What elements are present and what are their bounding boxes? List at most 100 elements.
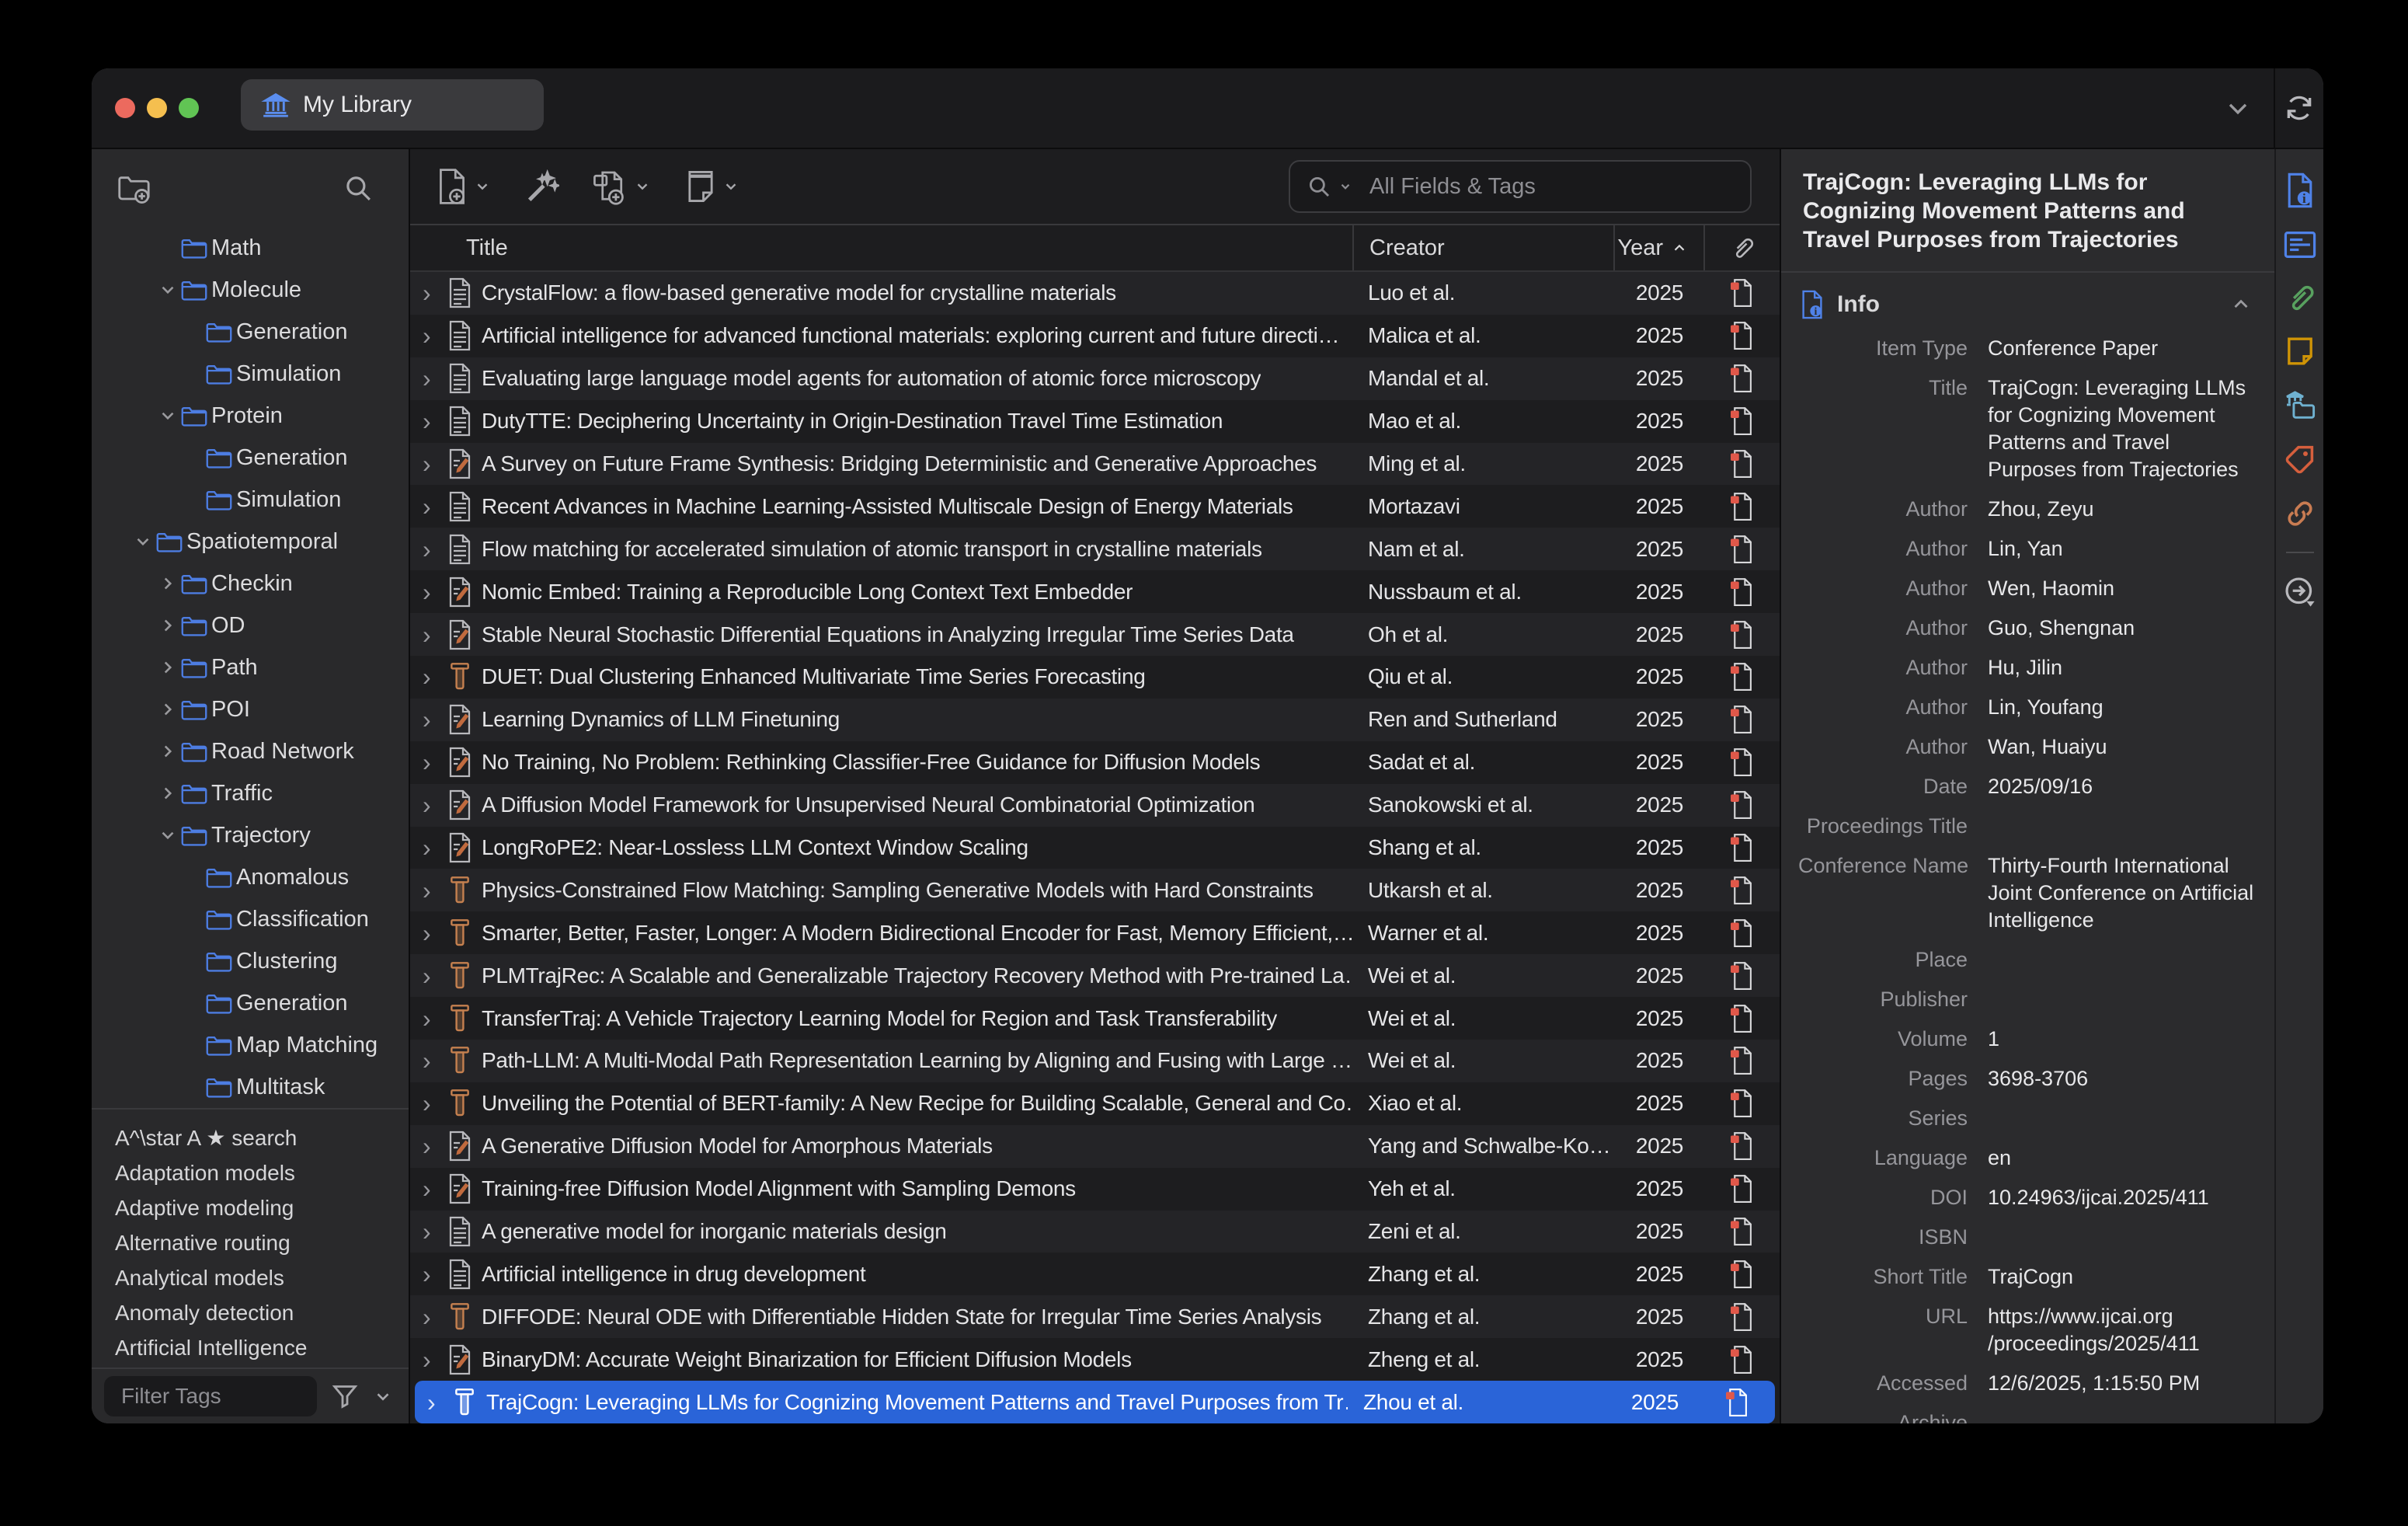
funnel-icon[interactable]	[329, 1381, 360, 1412]
field-value-series[interactable]	[1988, 1105, 2259, 1132]
expand-chevron-icon[interactable]: ›	[423, 835, 438, 860]
item-row-a-survey-on-future-frame-synthesis-bridg[interactable]: › A Survey on Future Frame Synthesis: Br…	[410, 443, 1780, 486]
field-value-author[interactable]: Guo, Shengnan	[1988, 615, 2259, 642]
expand-chevron-icon[interactable]: ›	[423, 537, 438, 562]
chevron-right-icon[interactable]	[155, 615, 180, 636]
item-row-smarter-better-faster-longer-a-modern-bi[interactable]: › Smarter, Better, Faster, Longer: A Mod…	[410, 911, 1780, 954]
field-value-author[interactable]: Lin, Youfang	[1988, 694, 2259, 721]
item-row-a-generative-diffusion-model-for-amorpho[interactable]: › A Generative Diffusion Model for Amorp…	[410, 1125, 1780, 1168]
expand-chevron-icon[interactable]: ›	[423, 366, 438, 391]
expand-chevron-icon[interactable]: ›	[423, 707, 438, 732]
chevron-down-icon[interactable]	[155, 825, 180, 845]
field-value-language[interactable]: en	[1988, 1144, 2259, 1172]
field-value-doi[interactable]: 10.24963/ijcai.2025/411	[1988, 1184, 2259, 1211]
expand-chevron-icon[interactable]: ›	[423, 1305, 438, 1329]
collection-spatiotemporal[interactable]: Spatiotemporal	[92, 521, 409, 563]
field-value-archive[interactable]	[1988, 1409, 2259, 1423]
chevron-down-icon[interactable]	[155, 406, 180, 426]
collection-poi[interactable]: POI	[92, 688, 409, 730]
field-value-url[interactable]: https://www.ijcai.org /proceedings/2025/…	[1988, 1303, 2259, 1357]
collection-traffic[interactable]: Traffic	[92, 772, 409, 814]
item-row-recent-advances-in-machine-learning-assi[interactable]: › Recent Advances in Machine Learning-As…	[410, 485, 1780, 528]
field-value-author[interactable]: Zhou, Zeyu	[1988, 496, 2259, 523]
minimize-window-button[interactable]	[147, 98, 167, 118]
chevron-down-icon[interactable]	[130, 531, 155, 552]
collection-molecule[interactable]: Molecule	[92, 269, 409, 311]
libraries-collections-rail-icon[interactable]	[2284, 388, 2316, 421]
collection-checkin[interactable]: Checkin	[92, 563, 409, 604]
field-value-isbn[interactable]	[1988, 1224, 2259, 1251]
expand-chevron-icon[interactable]: ›	[423, 1219, 438, 1244]
field-value-author[interactable]: Lin, Yan	[1988, 535, 2259, 563]
tag-artificial-intelligence[interactable]: Artificial Intelligence	[115, 1330, 409, 1365]
collection-simulation[interactable]: Simulation	[92, 479, 409, 521]
item-row-dutytte-deciphering-uncertainty-in-origi[interactable]: › DutyTTE: Deciphering Uncertainty in Or…	[410, 400, 1780, 443]
collection-path[interactable]: Path	[92, 646, 409, 688]
collection-generation[interactable]: Generation	[92, 437, 409, 479]
expand-chevron-icon[interactable]: ›	[423, 750, 438, 775]
expand-chevron-icon[interactable]: ›	[423, 1091, 438, 1116]
tag-alternative-routing[interactable]: Alternative routing	[115, 1225, 409, 1260]
item-row-nomic-embed-training-a-reproducible-long[interactable]: › Nomic Embed: Training a Reproducible L…	[410, 570, 1780, 613]
close-window-button[interactable]	[115, 98, 135, 118]
item-row-stable-neural-stochastic-differential-eq[interactable]: › Stable Neural Stochastic Differential …	[410, 613, 1780, 656]
item-row-transfertraj-a-vehicle-trajectory-learni[interactable]: › TransferTraj: A Vehicle Trajectory Lea…	[410, 997, 1780, 1040]
item-row-binarydm-accurate-weight-binarization-fo[interactable]: › BinaryDM: Accurate Weight Binarization…	[410, 1338, 1780, 1381]
expand-chevron-icon[interactable]: ›	[423, 921, 438, 946]
item-row-longrope2-near-lossless-llm-context-wind[interactable]: › LongRoPE2: Near-Lossless LLM Context W…	[410, 827, 1780, 869]
collection-generation[interactable]: Generation	[92, 311, 409, 353]
collection-od[interactable]: OD	[92, 604, 409, 646]
item-row-a-diffusion-model-framework-for-unsuperv[interactable]: › A Diffusion Model Framework for Unsupe…	[410, 784, 1780, 827]
expand-chevron-icon[interactable]: ›	[423, 963, 438, 988]
chevron-down-icon[interactable]	[373, 1386, 393, 1406]
new-attachment-button[interactable]	[592, 168, 651, 205]
expand-chevron-icon[interactable]: ›	[423, 451, 438, 476]
column-header-creator[interactable]: Creator	[1352, 225, 1613, 270]
item-row-a-generative-model-for-inorganic-materia[interactable]: › A generative model for inorganic mater…	[410, 1211, 1780, 1253]
new-item-button[interactable]	[435, 168, 491, 205]
new-collection-button[interactable]	[117, 172, 152, 204]
collection-protein[interactable]: Protein	[92, 395, 409, 437]
field-value-proceedings-title[interactable]	[1988, 813, 2259, 840]
collection-math[interactable]: Math	[92, 227, 409, 269]
expand-chevron-icon[interactable]: ›	[427, 1390, 443, 1415]
chevron-down-icon[interactable]	[155, 280, 180, 300]
collection-multitask[interactable]: Multitask	[92, 1066, 409, 1108]
tag-anomaly-detection[interactable]: Anomaly detection	[115, 1295, 409, 1330]
item-row-trajcogn-leveraging-llms-for-cognizing-m[interactable]: › TrajCogn: Leveraging LLMs for Cognizin…	[415, 1381, 1775, 1423]
collection-classification[interactable]: Classification	[92, 898, 409, 940]
attachments-rail-icon[interactable]	[2284, 281, 2316, 314]
collection-trajectory[interactable]: Trajectory	[92, 814, 409, 856]
chevron-right-icon[interactable]	[155, 699, 180, 719]
notes-rail-icon[interactable]	[2284, 336, 2316, 367]
collapse-item-pane-button[interactable]	[2202, 68, 2274, 148]
item-row-artificial-intelligence-in-drug-developm[interactable]: › Artificial intelligence in drug develo…	[410, 1253, 1780, 1295]
expand-chevron-icon[interactable]: ›	[423, 793, 438, 817]
expand-chevron-icon[interactable]: ›	[423, 409, 438, 434]
expand-chevron-icon[interactable]: ›	[423, 1176, 438, 1201]
field-value-date[interactable]: 2025/09/16	[1988, 773, 2259, 800]
add-by-identifier-button[interactable]	[524, 169, 559, 204]
chevron-right-icon[interactable]	[155, 783, 180, 803]
expand-chevron-icon[interactable]: ›	[423, 323, 438, 348]
item-row-training-free-diffusion-model-alignment-[interactable]: › Training-free Diffusion Model Alignmen…	[410, 1168, 1780, 1211]
item-row-artificial-intelligence-for-advanced-fun[interactable]: › Artificial intelligence for advanced f…	[410, 315, 1780, 357]
expand-chevron-icon[interactable]: ›	[423, 878, 438, 903]
collection-road-network[interactable]: Road Network	[92, 730, 409, 772]
sync-button[interactable]	[2274, 68, 2323, 148]
field-value-publisher[interactable]	[1988, 986, 2259, 1013]
field-value-accessed[interactable]: 12/6/2025, 1:15:50 PM	[1988, 1370, 2259, 1397]
item-row-crystalflow-a-flow-based-generative-mode[interactable]: › CrystalFlow: a flow-based generative m…	[410, 272, 1780, 315]
column-header-attachment[interactable]	[1703, 225, 1780, 270]
chevron-right-icon[interactable]	[155, 741, 180, 761]
chevron-right-icon[interactable]	[155, 657, 180, 678]
expand-chevron-icon[interactable]: ›	[423, 580, 438, 604]
item-row-plmtrajrec-a-scalable-and-generalizable-[interactable]: › PLMTrajRec: A Scalable and Generalizab…	[410, 954, 1780, 997]
column-header-year[interactable]: Year	[1613, 225, 1703, 270]
info-rail-icon[interactable]: i	[2285, 172, 2315, 208]
filter-tags-input[interactable]: Filter Tags	[104, 1376, 317, 1416]
search-collections-icon[interactable]	[342, 172, 374, 204]
expand-chevron-icon[interactable]: ›	[423, 1134, 438, 1158]
related-rail-icon[interactable]	[2284, 497, 2316, 530]
item-row-evaluating-large-language-model-agents-f[interactable]: › Evaluating large language model agents…	[410, 357, 1780, 400]
